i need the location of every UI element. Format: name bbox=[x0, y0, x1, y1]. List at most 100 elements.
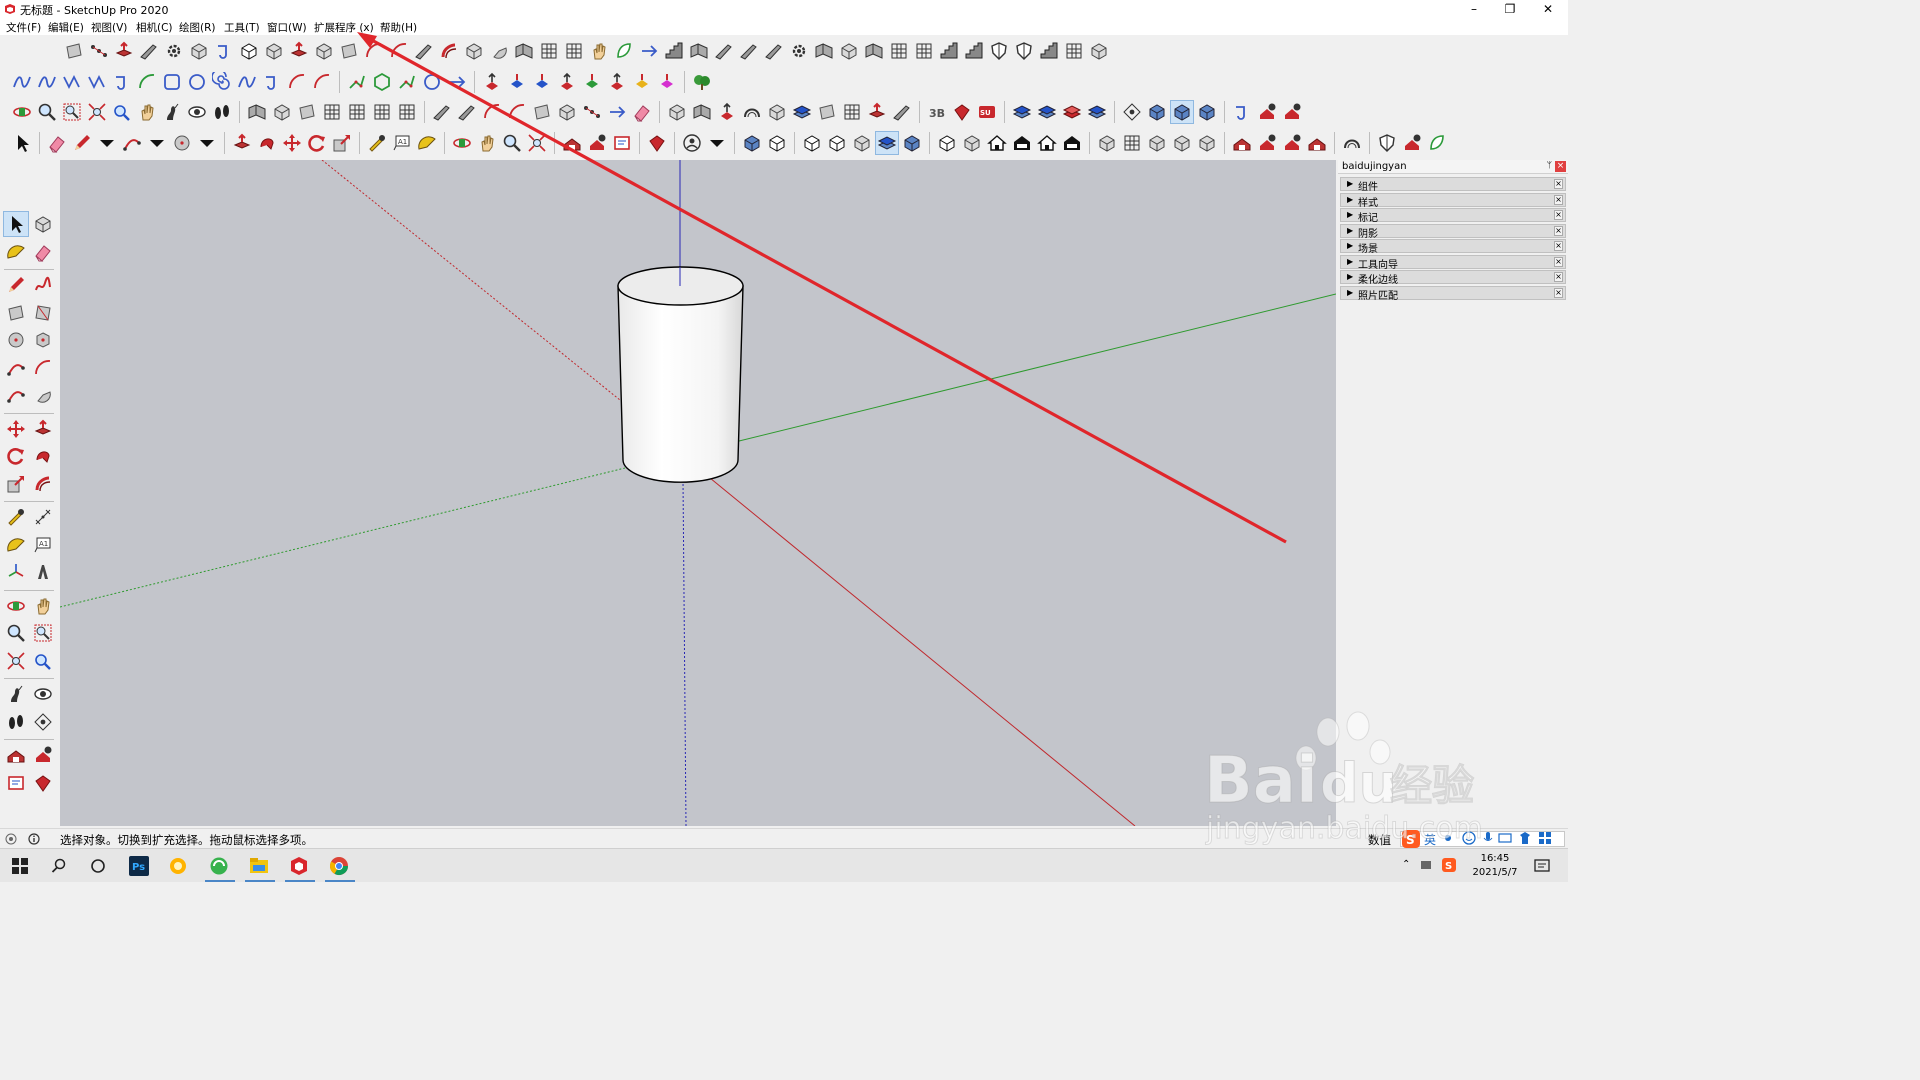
polygon-palette-icon[interactable] bbox=[31, 328, 55, 352]
tray-panel[interactable]: ▶ 场景 × bbox=[1340, 239, 1566, 255]
intersect-icon[interactable] bbox=[1121, 132, 1143, 154]
solid-box-icon[interactable] bbox=[666, 101, 688, 123]
undo-curve-icon[interactable] bbox=[1231, 101, 1253, 123]
frame-icon[interactable] bbox=[816, 101, 838, 123]
warehouse-palette-icon[interactable] bbox=[4, 743, 28, 767]
sandbox-green-icon[interactable] bbox=[581, 71, 603, 93]
move-palette-icon[interactable] bbox=[4, 417, 28, 441]
union-icon[interactable] bbox=[1146, 132, 1168, 154]
sogou-ime-icon[interactable]: S bbox=[1402, 830, 1420, 848]
extension-tool-29-icon[interactable] bbox=[763, 40, 785, 62]
task-view-icon[interactable] bbox=[86, 854, 110, 878]
pencil-tool-icon[interactable] bbox=[71, 132, 93, 154]
expand-triangle-icon[interactable]: ▶ bbox=[1347, 195, 1353, 204]
sketchup-taskbar-icon[interactable] bbox=[287, 854, 311, 878]
sandbox-blue-icon[interactable] bbox=[506, 71, 528, 93]
layout-palette-icon[interactable] bbox=[4, 771, 28, 795]
stair-tool-icon[interactable] bbox=[346, 101, 368, 123]
extension-tool-34-icon[interactable] bbox=[888, 40, 910, 62]
expand-triangle-icon[interactable]: ▶ bbox=[1347, 272, 1353, 281]
previous-palette-icon[interactable] bbox=[31, 649, 55, 673]
arc-curve-icon[interactable] bbox=[136, 71, 158, 93]
zoom-palette-icon[interactable] bbox=[4, 621, 28, 645]
3d-warehouse-icon[interactable] bbox=[561, 132, 583, 154]
extension-tool-26-icon[interactable] bbox=[688, 40, 710, 62]
extension-tool-7-icon[interactable] bbox=[213, 40, 235, 62]
angle-icon[interactable] bbox=[606, 101, 628, 123]
hatch-icon[interactable] bbox=[371, 101, 393, 123]
knife-tool-icon[interactable] bbox=[431, 101, 453, 123]
geo-location-icon[interactable] bbox=[5, 833, 17, 845]
hook-left-icon[interactable] bbox=[261, 71, 283, 93]
extension-tool-17-icon[interactable] bbox=[463, 40, 485, 62]
arc-tool-icon[interactable] bbox=[121, 132, 143, 154]
line-palette-icon[interactable] bbox=[4, 273, 28, 297]
protractor-palette-icon[interactable] bbox=[4, 533, 28, 557]
extension-tool-21-icon[interactable] bbox=[563, 40, 585, 62]
extension-tool-16-icon[interactable] bbox=[438, 40, 460, 62]
scene-canvas[interactable] bbox=[60, 160, 1336, 826]
emoji-icon[interactable] bbox=[1462, 831, 1476, 845]
rect-face-icon[interactable] bbox=[531, 101, 553, 123]
extension-tool-40-icon[interactable] bbox=[1038, 40, 1060, 62]
extension-tool-13-icon[interactable] bbox=[363, 40, 385, 62]
push-pull-icon[interactable] bbox=[231, 132, 253, 154]
menu-draw[interactable]: 绘图(R) bbox=[179, 20, 216, 35]
extension-tool-28-icon[interactable] bbox=[738, 40, 760, 62]
grid-tool-icon[interactable] bbox=[321, 101, 343, 123]
extension-red-1-icon[interactable] bbox=[1231, 132, 1253, 154]
tree-icon[interactable] bbox=[691, 71, 713, 93]
sandbox-stamp-icon[interactable] bbox=[481, 71, 503, 93]
tray-panel[interactable]: ▶ 阴影 × bbox=[1340, 223, 1566, 240]
rotate-tool-icon[interactable] bbox=[306, 132, 328, 154]
menu-view[interactable]: 视图(V) bbox=[91, 20, 127, 35]
extension-tool-30-icon[interactable] bbox=[788, 40, 810, 62]
pin-tool-icon[interactable] bbox=[866, 101, 888, 123]
dimension-palette-icon[interactable] bbox=[31, 505, 55, 529]
zoom-window-icon[interactable] bbox=[61, 101, 83, 123]
close-button[interactable]: ✕ bbox=[1530, 0, 1566, 18]
layer-red-icon[interactable] bbox=[1061, 101, 1083, 123]
punctuation-icon[interactable] bbox=[1442, 832, 1454, 844]
top-view-icon[interactable] bbox=[961, 132, 983, 154]
tape-measure-icon[interactable] bbox=[366, 132, 388, 154]
extension-tool-39-icon[interactable] bbox=[1013, 40, 1035, 62]
pan-icon[interactable] bbox=[136, 101, 158, 123]
sandbox-red-icon[interactable] bbox=[531, 71, 553, 93]
zoom-extents-palette-icon[interactable] bbox=[4, 649, 28, 673]
extension-tool-31-icon[interactable] bbox=[813, 40, 835, 62]
keyboard-icon[interactable] bbox=[1498, 832, 1512, 844]
rotated-rect-palette-icon[interactable] bbox=[31, 301, 55, 325]
send-to-layout-icon[interactable] bbox=[611, 132, 633, 154]
leaf-tool-icon[interactable] bbox=[1426, 132, 1448, 154]
ime-language-label[interactable]: 英 bbox=[1424, 831, 1436, 848]
stack-icon[interactable] bbox=[791, 101, 813, 123]
extension-tool-12-icon[interactable] bbox=[338, 40, 360, 62]
menu-file[interactable]: 文件(F) bbox=[6, 20, 41, 35]
target-icon[interactable] bbox=[1121, 101, 1143, 123]
expand-triangle-icon[interactable]: ▶ bbox=[1347, 288, 1353, 297]
polyline-green-icon[interactable] bbox=[346, 71, 368, 93]
chevron-down-icon[interactable] bbox=[96, 132, 118, 154]
subtract-icon[interactable] bbox=[1171, 132, 1193, 154]
account-icon[interactable] bbox=[681, 132, 703, 154]
zoom-extents-tool-icon[interactable] bbox=[526, 132, 548, 154]
shape-blue-icon[interactable] bbox=[1146, 101, 1168, 123]
extension-wh-palette-icon[interactable] bbox=[31, 743, 55, 767]
extension-tool-20-icon[interactable] bbox=[538, 40, 560, 62]
extension-tool-42-icon[interactable] bbox=[1088, 40, 1110, 62]
extension-grey-icon[interactable] bbox=[1281, 132, 1303, 154]
zoom-tool-icon[interactable] bbox=[501, 132, 523, 154]
arc-palette-icon[interactable] bbox=[4, 356, 28, 380]
arc-right-icon[interactable] bbox=[286, 71, 308, 93]
tray-panel[interactable]: ▶ 组件 × bbox=[1340, 177, 1566, 193]
threeb-icon[interactable]: 3B bbox=[926, 101, 948, 123]
extension-tool-33-icon[interactable] bbox=[863, 40, 885, 62]
circle-tool-icon[interactable] bbox=[171, 132, 193, 154]
round-rect-icon[interactable] bbox=[161, 71, 183, 93]
extension-tool-38-icon[interactable] bbox=[988, 40, 1010, 62]
component-icon[interactable] bbox=[556, 101, 578, 123]
eraser-palette-icon[interactable] bbox=[31, 240, 55, 264]
panel-close-button[interactable]: × bbox=[1554, 256, 1563, 267]
zoom-icon[interactable] bbox=[36, 101, 58, 123]
